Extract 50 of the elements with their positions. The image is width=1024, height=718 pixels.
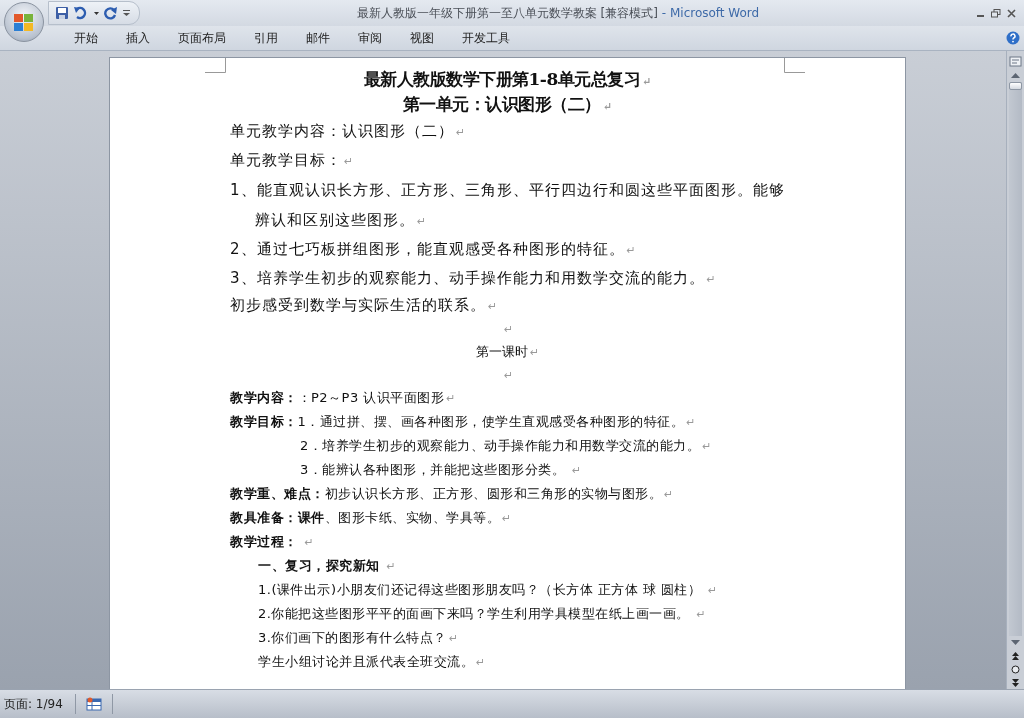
ribbon-tab[interactable]: 页面布局: [164, 29, 240, 47]
scroll-up-icon[interactable]: [1010, 71, 1021, 79]
paragraph: 一、复习，探究新知 ↵: [257, 557, 396, 575]
paragraph: 1、能直观认识长方形、正方形、三角形、平行四边行和圆这些平面图形。能够辨认和区别这些图形。↵: [230, 180, 785, 231]
paragraph-mark: ↵: [502, 322, 514, 338]
paragraph: 2、通过七巧板拼组图形，能直观感受各种图形的特征。↵: [230, 239, 636, 260]
paragraph: 单元教学内容：认识图形（二）↵: [230, 121, 466, 142]
paragraph: 教学重、难点：初步认识长方形、正方形、圆形和三角形的实物与图形。↵: [230, 485, 674, 503]
paragraph: 2.你能把这些图形平平的面画下来吗？学生利用学具模型在纸上画一画。 ↵: [257, 605, 706, 623]
ribbon-tab[interactable]: 引用: [240, 29, 292, 47]
paragraph: 3．能辨认各种图形，并能把这些图形分类。 ↵: [299, 461, 582, 479]
restore-icon[interactable]: [991, 8, 1001, 18]
paragraph: 教学过程： ↵: [230, 533, 314, 551]
ribbon-tab[interactable]: 视图: [396, 29, 448, 47]
page-count[interactable]: 页面: 1/94: [0, 694, 76, 714]
table-icon[interactable]: [85, 697, 102, 711]
window-title: 最新人教版一年级下册第一至八单元数学教案 [兼容模式]: [356, 5, 658, 20]
scrollbar-thumb[interactable]: [1009, 82, 1022, 90]
previous-page-icon[interactable]: [1010, 650, 1021, 661]
scroll-down-icon[interactable]: [1010, 639, 1021, 647]
paragraph: 教具准备：课件、图形卡纸、实物、学具等。↵: [230, 509, 512, 527]
paragraph: 单元教学目标：↵: [230, 150, 354, 171]
paragraph: 第一课时↵: [475, 343, 540, 361]
crop-mark-icon: [783, 58, 805, 74]
paragraph: 学生小组讨论并且派代表全班交流。↵: [257, 653, 486, 671]
paragraph: 3、培养学生初步的观察能力、动手操作能力和用数学交流的能力。↵: [230, 268, 716, 289]
paragraph: 初步感受到数学与实际生活的联系。↵: [230, 295, 498, 316]
paragraph-mark: ↵: [502, 368, 514, 384]
ribbon-tab[interactable]: 插入: [112, 29, 164, 47]
paragraph: 3.你们画下的图形有什么特点？↵: [257, 629, 459, 647]
ribbon-tab[interactable]: 审阅: [344, 29, 396, 47]
office-logo-icon: [13, 11, 35, 33]
paragraph: 最新人教版数学下册第1-8单元总复习↵: [363, 68, 652, 91]
ribbon-tab[interactable]: 开发工具: [448, 29, 524, 47]
paragraph: 2．培养学生初步的观察能力、动手操作能力和用数学交流的能力。↵: [299, 437, 712, 455]
crop-mark-icon: [205, 58, 227, 74]
save-icon[interactable]: [55, 6, 69, 20]
paragraph: 教学内容：：P2～P3 认识平面图形↵: [230, 389, 456, 407]
office-button[interactable]: [4, 2, 44, 42]
ribbon-tab[interactable]: 邮件: [292, 29, 344, 47]
app-name: - Microsoft Word: [661, 5, 760, 20]
redo-icon[interactable]: [104, 6, 118, 20]
browse-object-icon[interactable]: [1010, 664, 1021, 675]
ribbon-tab[interactable]: 开始: [60, 29, 112, 47]
paragraph: 教学目标：1．通过拼、摆、画各种图形，使学生直观感受各种图形的特征。↵: [230, 413, 696, 431]
help-icon[interactable]: [1006, 31, 1020, 45]
paragraph: 第一单元：认识图形（二）↵: [402, 93, 613, 116]
paragraph: 1.(课件出示)小朋友们还记得这些图形朋友吗？（长方体 正方体 球 圆柱） ↵: [257, 581, 718, 599]
close-icon[interactable]: [1007, 8, 1016, 18]
undo-icon[interactable]: [73, 6, 89, 20]
